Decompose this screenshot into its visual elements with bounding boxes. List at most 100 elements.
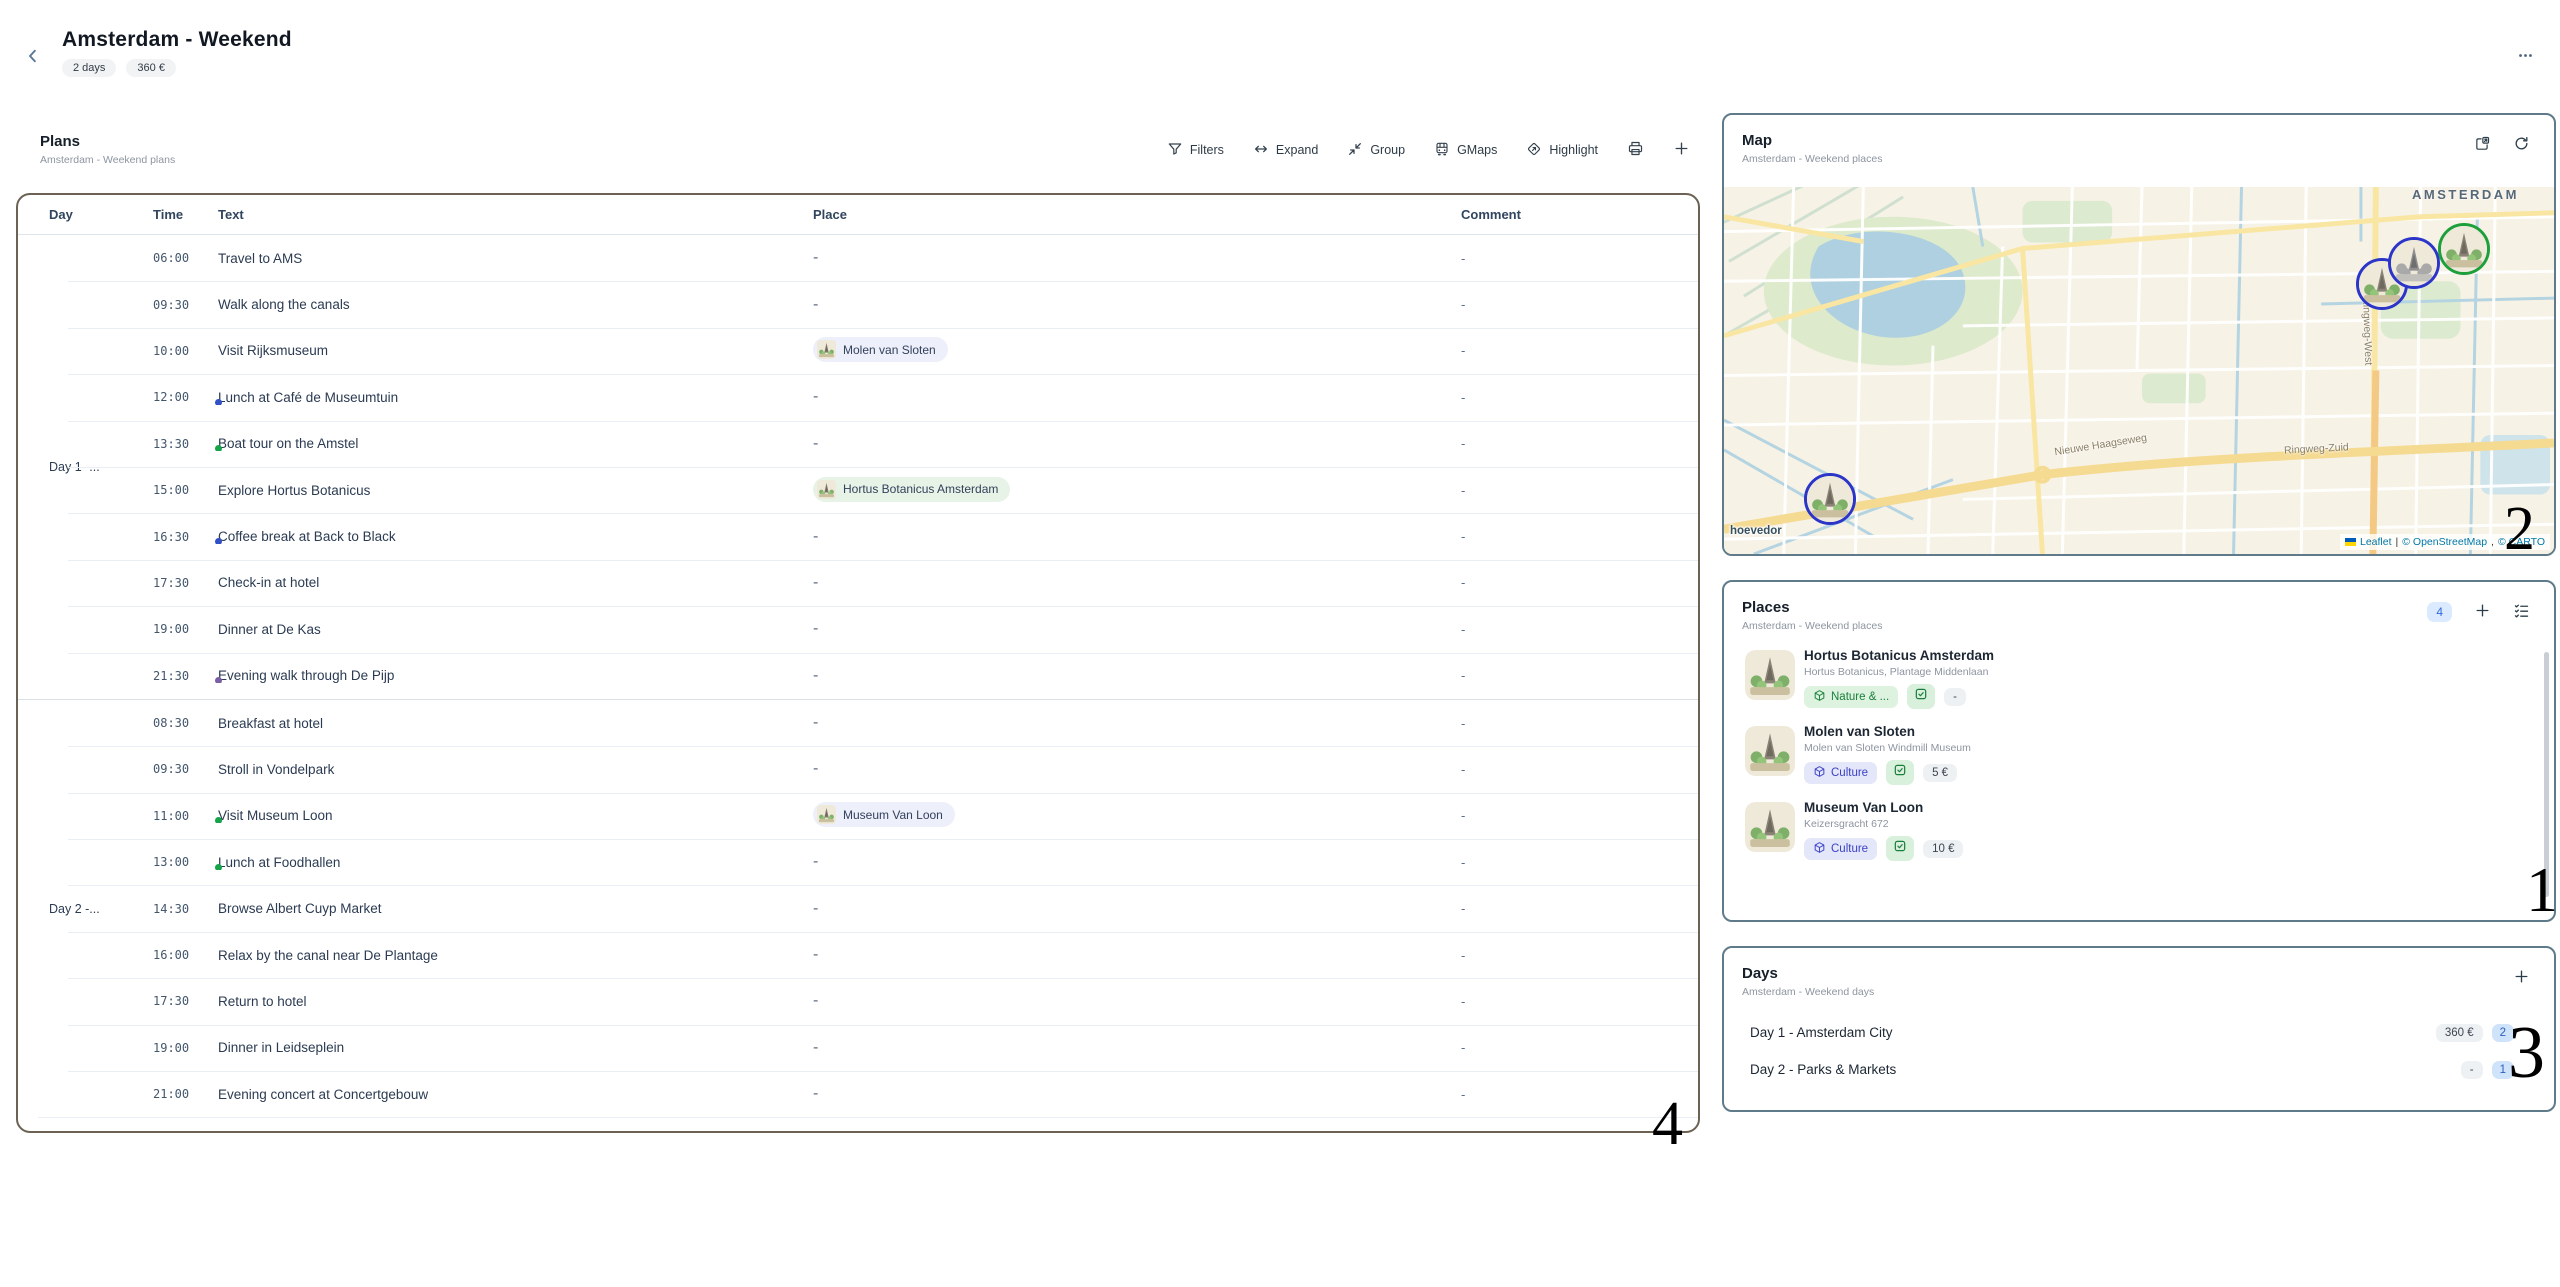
plan-place-cell: - <box>797 1085 1445 1103</box>
osm-link[interactable]: © OpenStreetMap <box>2402 536 2487 548</box>
place-list-item[interactable]: Museum Van Loon Keizersgracht 672 Cultur… <box>1745 800 2514 870</box>
plan-row[interactable]: 21:30 Evening walk through De Pijp - - <box>18 653 1698 699</box>
plan-comment: - <box>1445 390 1698 405</box>
plan-row[interactable]: 16:30 Coffee break at Back to Black - - <box>18 513 1698 559</box>
toolbar-button-gmaps[interactable]: GMaps <box>1434 141 1497 160</box>
plan-row[interactable]: 11:00 Visit Museum Loon Museum Van Loon … <box>18 793 1698 839</box>
day-name: Day 2 - Parks & Markets <box>1750 1062 1896 1077</box>
plans-title: Plans <box>40 133 175 150</box>
plan-text: Check-in at hotel <box>203 575 797 590</box>
toolbar-button-highlight[interactable]: Highlight <box>1526 141 1598 160</box>
empty-place-dash: - <box>813 528 818 545</box>
map-marker-place[interactable] <box>2438 223 2490 275</box>
plan-place-chip[interactable]: Molen van Sloten <box>813 337 948 362</box>
place-thumbnail-image <box>817 480 836 499</box>
back-button[interactable] <box>20 44 46 70</box>
place-visited-checkbox[interactable] <box>1886 760 1914 785</box>
expand-icon <box>1253 141 1269 160</box>
plan-row[interactable]: 17:30 Check-in at hotel - - <box>18 560 1698 606</box>
plan-text: Relax by the canal near De Plantage <box>203 948 797 963</box>
plan-time: 19:00 <box>137 1041 203 1055</box>
plan-text: Visit Museum Loon <box>203 808 797 823</box>
annotation-2: 2 <box>2504 498 2535 560</box>
plan-row[interactable]: 21:00 Evening concert at Concertgebouw -… <box>18 1071 1698 1117</box>
open-window-icon <box>2474 135 2491 155</box>
purple-status-dot <box>215 677 222 683</box>
place-list-item[interactable]: Molen van Sloten Molen van Sloten Windmi… <box>1745 724 2514 794</box>
plan-row[interactable]: 13:30 Boat tour on the Amstel - - <box>18 421 1698 467</box>
place-chip-label: Museum Van Loon <box>843 808 943 822</box>
plan-row[interactable]: 19:00 Dinner in Leidseplein - - <box>18 1025 1698 1071</box>
plan-time: 10:00 <box>137 344 203 358</box>
plan-place-chip[interactable]: Hortus Botanicus Amsterdam <box>813 477 1010 502</box>
empty-place-dash: - <box>813 714 818 731</box>
plus-icon <box>1673 140 1690 160</box>
plan-place-cell: Molen van Sloten <box>797 337 1445 364</box>
place-chip-label: Molen van Sloten <box>843 343 936 357</box>
title-block: Amsterdam - Weekend 2 days360 € <box>62 28 292 77</box>
map-canvas[interactable]: AMSTERDAM Nieuwe Haagseweg Ringweg-West … <box>1724 187 2554 554</box>
plan-row[interactable]: 13:00 Lunch at Foodhallen - - <box>18 839 1698 885</box>
column-header-comment: Comment <box>1445 207 1698 222</box>
plus-icon <box>2474 602 2491 622</box>
add-place-button[interactable] <box>2474 602 2491 622</box>
map-marker-place[interactable] <box>1804 473 1856 525</box>
leaflet-link[interactable]: Leaflet <box>2360 536 2392 548</box>
place-chip-label: Hortus Botanicus Amsterdam <box>843 482 998 496</box>
header-badge: 360 € <box>126 59 176 77</box>
plan-row[interactable]: 12:00 Lunch at Café de Museumtuin - - <box>18 374 1698 420</box>
plan-row[interactable]: 17:30 Return to hotel - - <box>18 978 1698 1024</box>
plan-row[interactable]: 16:00 Relax by the canal near De Plantag… <box>18 932 1698 978</box>
plan-row[interactable]: 09:30 Walk along the canals - - <box>18 281 1698 327</box>
plan-comment: - <box>1445 855 1698 870</box>
plan-place-cell: - <box>797 946 1445 964</box>
plan-place-cell: - <box>797 574 1445 592</box>
place-list-item[interactable]: Hortus Botanicus Amsterdam Hortus Botani… <box>1745 648 2514 718</box>
plan-text: Visit Rijksmuseum <box>203 343 797 358</box>
plan-comment: - <box>1445 994 1698 1009</box>
place-visited-checkbox[interactable] <box>1886 836 1914 861</box>
plan-text: Lunch at Café de Museumtuin <box>203 390 797 405</box>
cube-icon <box>1813 841 1826 857</box>
day-list-item[interactable]: Day 2 - Parks & Markets - 1 <box>1724 1051 2554 1088</box>
day-list-item[interactable]: Day 1 - Amsterdam City 360 € 2 <box>1724 1014 2554 1051</box>
map-fullscreen-button[interactable] <box>2474 135 2491 155</box>
plan-row[interactable]: 10:00 Visit Rijksmuseum Molen van Sloten… <box>18 328 1698 374</box>
places-checklist-button[interactable] <box>2513 602 2530 622</box>
plan-row[interactable]: 09:30 Stroll in Vondelpark - - <box>18 746 1698 792</box>
list-checks-icon <box>2513 602 2530 622</box>
plan-row[interactable]: 06:00 Travel to AMS - - <box>18 235 1698 281</box>
place-category-chip: Culture <box>1804 838 1877 860</box>
days-list: Day 1 - Amsterdam City 360 € 2 Day 2 - P… <box>1724 1014 2554 1088</box>
plan-row[interactable]: 15:00 Explore Hortus Botanicus Hortus Bo… <box>18 467 1698 513</box>
plan-place-chip[interactable]: Museum Van Loon <box>813 802 955 827</box>
plan-comment: - <box>1445 529 1698 544</box>
ukraine-flag-icon <box>2345 538 2356 546</box>
plan-comment: - <box>1445 483 1698 498</box>
plan-comment: - <box>1445 575 1698 590</box>
plan-row[interactable]: 14:30 Browse Albert Cuyp Market - - <box>18 885 1698 931</box>
toolbar-button-expand[interactable]: Expand <box>1253 141 1318 160</box>
days-title: Days <box>1742 965 2536 982</box>
place-visited-checkbox[interactable] <box>1907 684 1935 709</box>
toolbar-button-group[interactable]: Group <box>1347 141 1405 160</box>
plan-row[interactable]: 19:00 Dinner at De Kas - - <box>18 606 1698 652</box>
toolbar-button-filters[interactable]: Filters <box>1167 141 1224 160</box>
print-button[interactable] <box>1627 140 1644 160</box>
place-thumbnail-image <box>1745 802 1795 852</box>
add-plan-button[interactable] <box>1673 140 1690 160</box>
place-thumbnail-image <box>1745 650 1795 700</box>
plan-row[interactable]: 08:30 Breakfast at hotel - - <box>18 700 1698 746</box>
place-thumbnail-image <box>1745 726 1795 776</box>
more-menu-button[interactable] <box>2508 46 2542 68</box>
place-price-chip: 5 € <box>1923 764 1957 782</box>
plan-text: Evening concert at Concertgebouw <box>203 1087 797 1102</box>
map-refresh-button[interactable] <box>2513 135 2530 155</box>
plan-place-cell: Museum Van Loon <box>797 802 1445 829</box>
green-status-dot <box>215 817 222 823</box>
add-day-button[interactable] <box>2513 968 2530 988</box>
place-address: Hortus Botanicus, Plantage Middenlaan <box>1804 666 1994 678</box>
map-marker-place[interactable] <box>2388 237 2440 289</box>
plan-time: 13:30 <box>137 437 203 451</box>
plans-header: Plans Amsterdam - Weekend plans <box>40 133 175 166</box>
